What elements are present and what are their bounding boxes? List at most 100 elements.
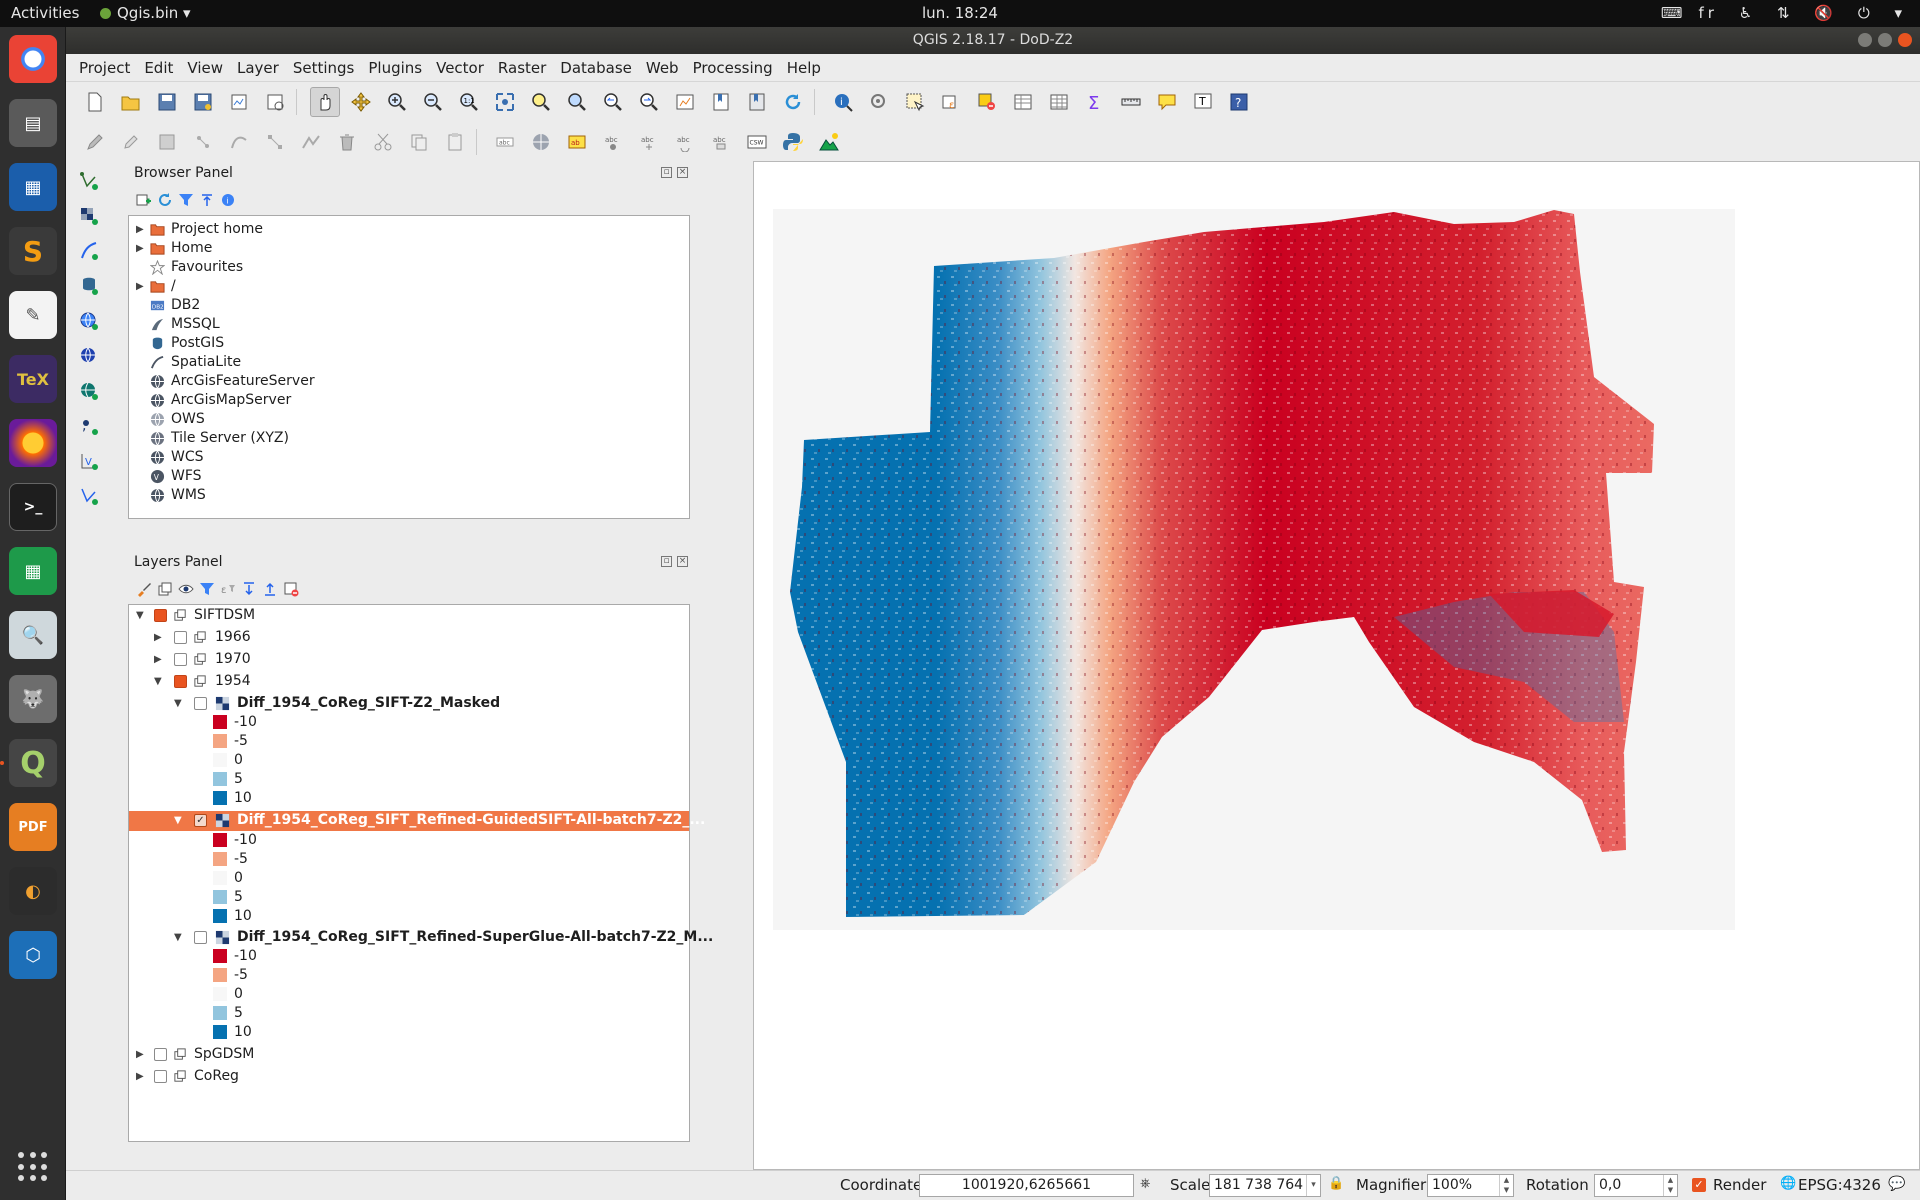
layer-visibility-checkbox[interactable] xyxy=(194,931,207,944)
collapse-arrow-icon[interactable]: ▼ xyxy=(136,606,146,625)
delete-selected-icon[interactable] xyxy=(332,127,362,157)
expand-arrow-icon[interactable]: ▶ xyxy=(136,277,146,296)
expand-all-icon[interactable] xyxy=(241,581,257,597)
current-edits-icon[interactable] xyxy=(80,127,110,157)
menu-web[interactable]: Web xyxy=(639,54,686,81)
collapse-arrow-icon[interactable]: ▼ xyxy=(174,694,184,713)
add-postgis-layer-icon[interactable] xyxy=(74,271,104,301)
menu-database[interactable]: Database xyxy=(553,54,639,81)
browser-item-ows[interactable]: OWS xyxy=(129,410,689,429)
toggle-editing-icon[interactable] xyxy=(116,127,146,157)
menu-processing[interactable]: Processing xyxy=(686,54,780,81)
browser-item-mssql[interactable]: MSSQL xyxy=(129,315,689,334)
manage-visibility-icon[interactable] xyxy=(178,581,194,597)
image-viewer-launcher-icon[interactable]: 🔍 xyxy=(9,611,57,659)
zoom-to-selection-icon[interactable] xyxy=(526,87,556,117)
paste-features-icon[interactable] xyxy=(440,127,470,157)
change-label-icon[interactable]: abc xyxy=(706,127,736,157)
spinbox-arrows-icon[interactable]: ▲ ▼ xyxy=(1499,1175,1513,1196)
firefox-launcher-icon[interactable] xyxy=(9,419,57,467)
browser-item-wfs[interactable]: V WFS xyxy=(129,467,689,486)
system-tray[interactable]: ⌨ fr ♿ ⇅ 🔇 ⏻ ▾ xyxy=(1649,4,1906,22)
node-tool-icon[interactable] xyxy=(260,127,290,157)
menu-settings[interactable]: Settings xyxy=(286,54,362,81)
add-virtual-layer-icon[interactable]: V xyxy=(74,446,104,476)
magnifier-spinbox[interactable]: 100% ▲ ▼ xyxy=(1427,1174,1514,1197)
expand-arrow-icon[interactable]: ▶ xyxy=(136,1067,146,1086)
terminal-launcher-icon[interactable]: >_ xyxy=(9,483,57,531)
add-raster-layer-icon[interactable] xyxy=(74,201,104,231)
new-project-icon[interactable] xyxy=(80,87,110,117)
zoom-last-icon[interactable] xyxy=(598,87,628,117)
layer-guidedsift-selected[interactable]: ▼ ✓ Diff_1954_CoReg_SIFT_Refined-GuidedS… xyxy=(129,811,705,831)
expand-arrow-icon[interactable]: ▶ xyxy=(136,239,146,258)
select-features-icon[interactable] xyxy=(900,87,930,117)
show-hide-labels-icon[interactable]: abc xyxy=(598,127,628,157)
expand-arrow-icon[interactable]: ▶ xyxy=(136,220,146,239)
filter-legend-icon[interactable] xyxy=(199,581,215,597)
save-edits-icon[interactable] xyxy=(152,127,182,157)
layer-visibility-checkbox[interactable] xyxy=(194,697,207,710)
show-applications-icon[interactable] xyxy=(18,1152,48,1182)
add-wms-layer-icon[interactable] xyxy=(74,306,104,336)
group-visibility-checkbox[interactable] xyxy=(174,675,187,688)
rotate-label-icon[interactable]: abc xyxy=(670,127,700,157)
browser-item-wms[interactable]: WMS xyxy=(129,486,689,505)
close-panel-button[interactable]: × xyxy=(677,167,688,178)
group-visibility-checkbox[interactable] xyxy=(154,609,167,622)
chrome-launcher-icon[interactable] xyxy=(9,35,57,83)
browser-item-root[interactable]: ▶ / xyxy=(129,277,689,296)
files-launcher-icon[interactable]: ▤ xyxy=(9,99,57,147)
identify-icon[interactable]: i xyxy=(828,87,858,117)
close-panel-button[interactable]: × xyxy=(677,556,688,567)
copy-features-icon[interactable] xyxy=(404,127,434,157)
gimp-launcher-icon[interactable]: 🐺 xyxy=(9,675,57,723)
style-layer-icon[interactable] xyxy=(136,581,152,597)
calc-launcher-icon[interactable]: ▦ xyxy=(9,547,57,595)
browser-item-db2[interactable]: DB2 DB2 xyxy=(129,296,689,315)
menu-raster[interactable]: Raster xyxy=(491,54,553,81)
group-visibility-checkbox[interactable] xyxy=(174,631,187,644)
expand-arrow-icon[interactable]: ▶ xyxy=(136,1045,146,1064)
expand-arrow-icon[interactable]: ▶ xyxy=(154,650,164,669)
toggle-extents-icon[interactable]: ⎈ xyxy=(1140,1176,1150,1191)
layer-group-1954[interactable]: ▼ 1954 xyxy=(129,672,689,691)
browser-item-project-home[interactable]: ▶ Project home xyxy=(129,220,689,239)
layer-masked[interactable]: ▼ Diff_1954_CoReg_SIFT-Z2_Masked xyxy=(129,694,689,713)
add-feature-icon[interactable] xyxy=(188,127,218,157)
open-project-icon[interactable] xyxy=(116,87,146,117)
collapse-arrow-icon[interactable]: ▼ xyxy=(154,672,164,691)
maximize-button[interactable] xyxy=(1878,33,1892,47)
statistics-icon[interactable]: Σ xyxy=(1080,87,1110,117)
zoom-next-icon[interactable] xyxy=(634,87,664,117)
filter-icon[interactable] xyxy=(178,192,194,208)
collapse-all-icon[interactable] xyxy=(199,192,215,208)
pin-labels-icon[interactable]: ab xyxy=(562,127,592,157)
collapse-all-icon[interactable] xyxy=(262,581,278,597)
menu-layer[interactable]: Layer xyxy=(230,54,286,81)
browser-item-favourites[interactable]: Favourites xyxy=(129,258,689,277)
help-icon[interactable]: ? xyxy=(1224,87,1254,117)
expand-arrow-icon[interactable]: ▶ xyxy=(154,628,164,647)
move-feature-icon[interactable] xyxy=(224,127,254,157)
label-layer-icon[interactable]: abc xyxy=(490,127,520,157)
measure-icon[interactable] xyxy=(1116,87,1146,117)
spinbox-arrows-icon[interactable]: ▲ ▼ xyxy=(1663,1175,1677,1196)
add-vector-layer-icon[interactable] xyxy=(74,166,104,196)
float-panel-button[interactable]: ▫ xyxy=(661,556,672,567)
field-calculator-icon[interactable] xyxy=(1044,87,1074,117)
rotation-spinbox[interactable]: 0,0 ▲ ▼ xyxy=(1594,1174,1678,1197)
style-manager-icon[interactable] xyxy=(526,127,556,157)
coordinate-input[interactable]: 1001920,6265661 xyxy=(919,1174,1134,1197)
chevron-down-icon[interactable]: ▾ xyxy=(1306,1175,1320,1196)
group-visibility-checkbox[interactable] xyxy=(154,1070,167,1083)
crs-status[interactable]: EPSG:4326 xyxy=(1798,1176,1881,1194)
messages-icon[interactable]: 💬 xyxy=(1888,1176,1905,1192)
menu-plugins[interactable]: Plugins xyxy=(361,54,429,81)
pan-to-selection-icon[interactable] xyxy=(346,87,376,117)
lock-icon[interactable]: 🔒 xyxy=(1328,1176,1344,1191)
text-editor-launcher-icon[interactable]: ✎ xyxy=(9,291,57,339)
deselect-all-icon[interactable] xyxy=(972,87,1002,117)
python-console-icon[interactable] xyxy=(778,127,808,157)
sublime-launcher-icon[interactable]: S xyxy=(9,227,57,275)
